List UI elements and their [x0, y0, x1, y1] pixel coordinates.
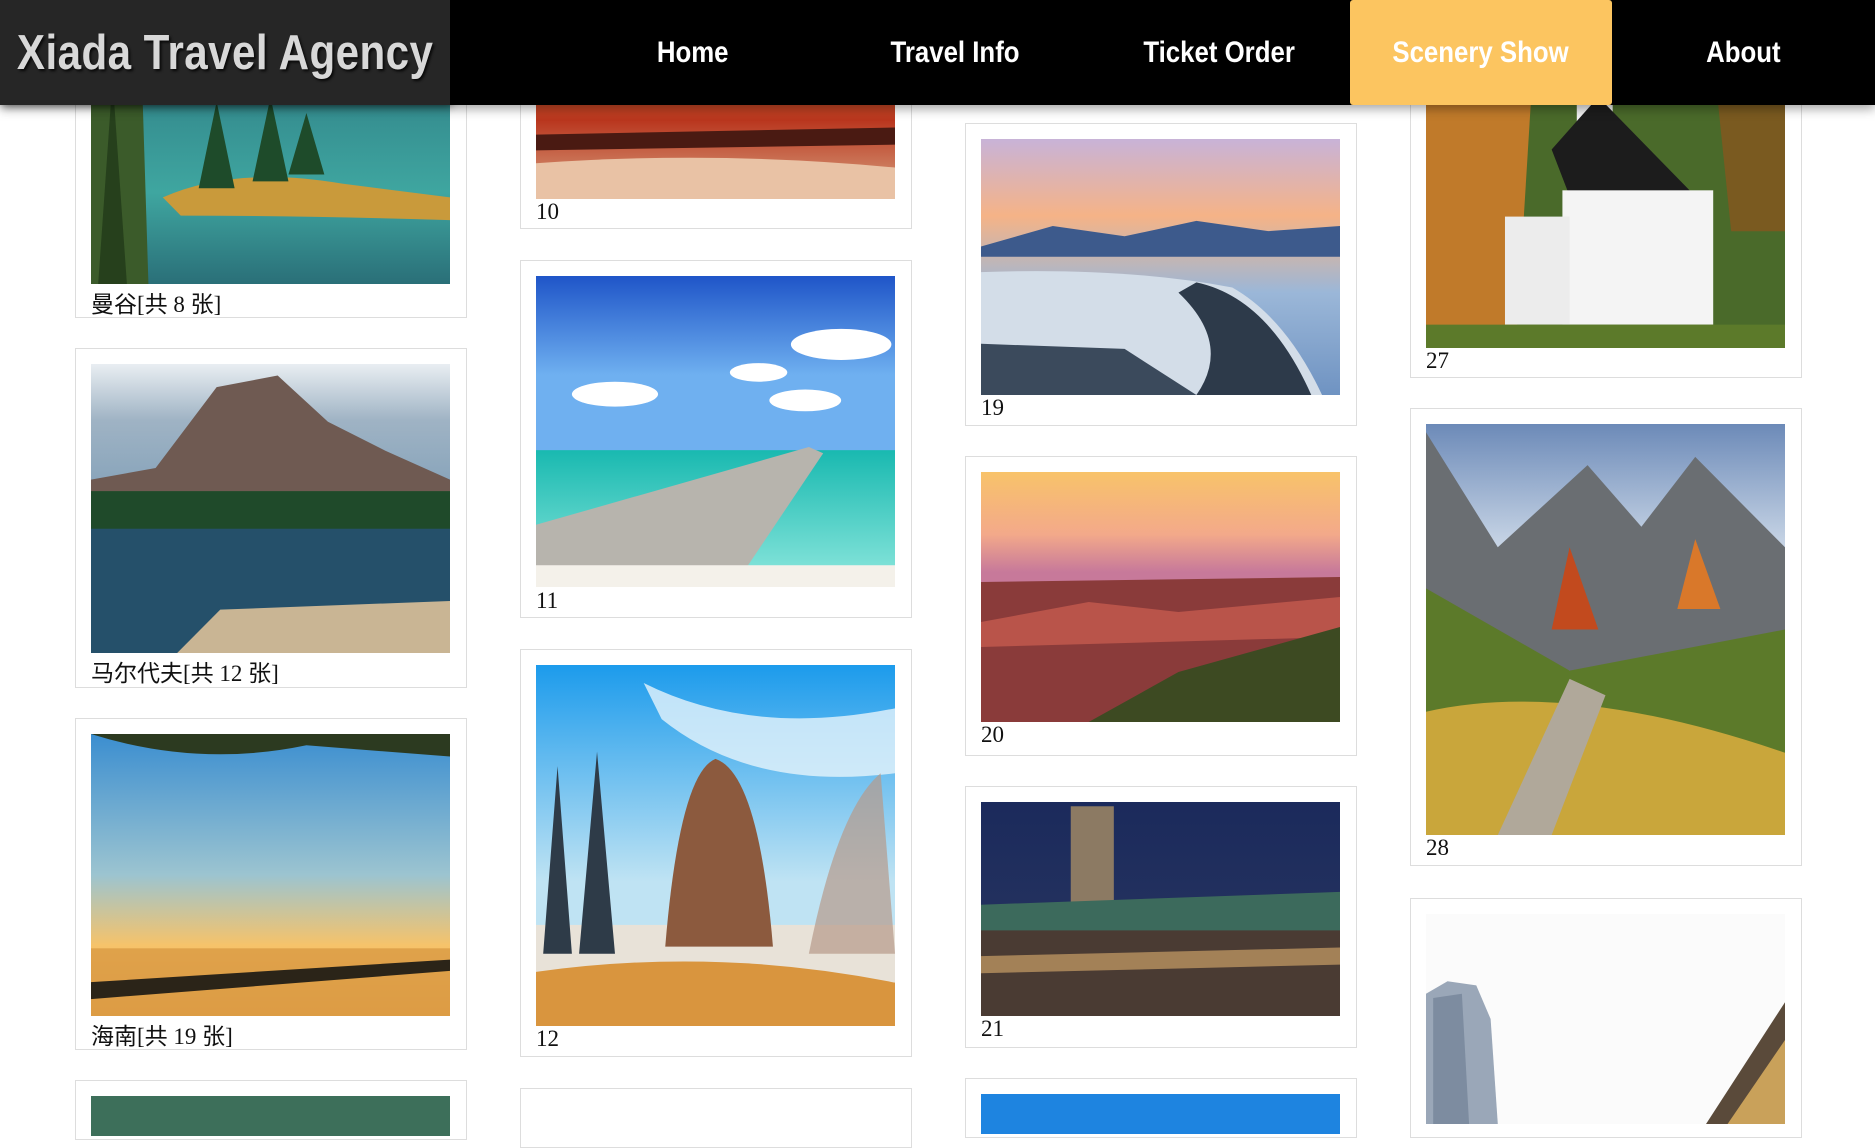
card-caption: 28 — [1426, 835, 1449, 860]
site-logo[interactable]: Xiada Travel Agency — [0, 0, 450, 105]
canyon-sunset-photo — [981, 472, 1340, 722]
top-navbar: Xiada Travel Agency Home Travel Info Tic… — [0, 0, 1875, 105]
card-caption: 10 — [536, 199, 559, 224]
alpine-autumn-photo — [1426, 424, 1785, 835]
sunset-pier-photo — [91, 734, 450, 1016]
nav-ticket-order[interactable]: Ticket Order — [1088, 0, 1350, 105]
gallery-card[interactable] — [520, 1088, 912, 1148]
gallery-card-11[interactable]: 11 — [520, 260, 912, 618]
gallery-card[interactable] — [1410, 898, 1802, 1138]
nav-about[interactable]: About — [1612, 0, 1874, 105]
gallery-card-12[interactable]: 12 — [520, 649, 912, 1057]
paris-building-photo — [1426, 914, 1785, 1124]
nav-about-label: About — [1705, 35, 1781, 69]
card-caption: 27 — [1426, 348, 1449, 373]
winter-trees-photo — [536, 665, 895, 1026]
nav-home[interactable]: Home — [562, 0, 824, 105]
mountain-lake-dock-photo — [91, 364, 450, 653]
gallery-card-20[interactable]: 20 — [965, 456, 1357, 756]
ocean-pier-photo — [536, 276, 895, 587]
city-hall-night-photo — [981, 802, 1340, 1016]
gallery-card[interactable] — [965, 1078, 1357, 1138]
landscape-photo — [91, 1096, 450, 1136]
card-caption: 海南[共 19 张] — [91, 1024, 233, 1049]
nav-ticket-order-label: Ticket Order — [1143, 35, 1295, 69]
logo-text: Xiada Travel Agency — [16, 25, 434, 80]
gallery-card-19[interactable]: 19 — [965, 123, 1357, 426]
card-caption: 12 — [536, 1026, 559, 1051]
card-caption: 曼谷[共 8 张] — [91, 292, 222, 317]
nav-scenery-show[interactable]: Scenery Show — [1350, 0, 1612, 105]
gallery-card-maldives[interactable]: 马尔代夫[共 12 张] — [75, 348, 467, 688]
gallery-card[interactable] — [75, 1080, 467, 1140]
nav-home-label: Home — [657, 35, 729, 69]
nav-scenery-show-label: Scenery Show — [1392, 35, 1570, 69]
nav-travel-info[interactable]: Travel Info — [824, 0, 1086, 105]
card-caption: 马尔代夫[共 12 张] — [91, 661, 279, 686]
card-caption: 21 — [981, 1016, 1004, 1041]
landscape-photo — [981, 1094, 1340, 1134]
gallery-card-28[interactable]: 28 — [1410, 408, 1802, 866]
nav-travel-info-label: Travel Info — [890, 35, 1020, 69]
coastal-city-dusk-photo — [981, 139, 1340, 395]
card-caption: 11 — [536, 588, 559, 613]
card-caption: 20 — [981, 722, 1004, 747]
gallery-card-hainan[interactable]: 海南[共 19 张] — [75, 718, 467, 1050]
gallery-card-21[interactable]: 21 — [965, 786, 1357, 1048]
card-caption: 19 — [981, 395, 1004, 420]
